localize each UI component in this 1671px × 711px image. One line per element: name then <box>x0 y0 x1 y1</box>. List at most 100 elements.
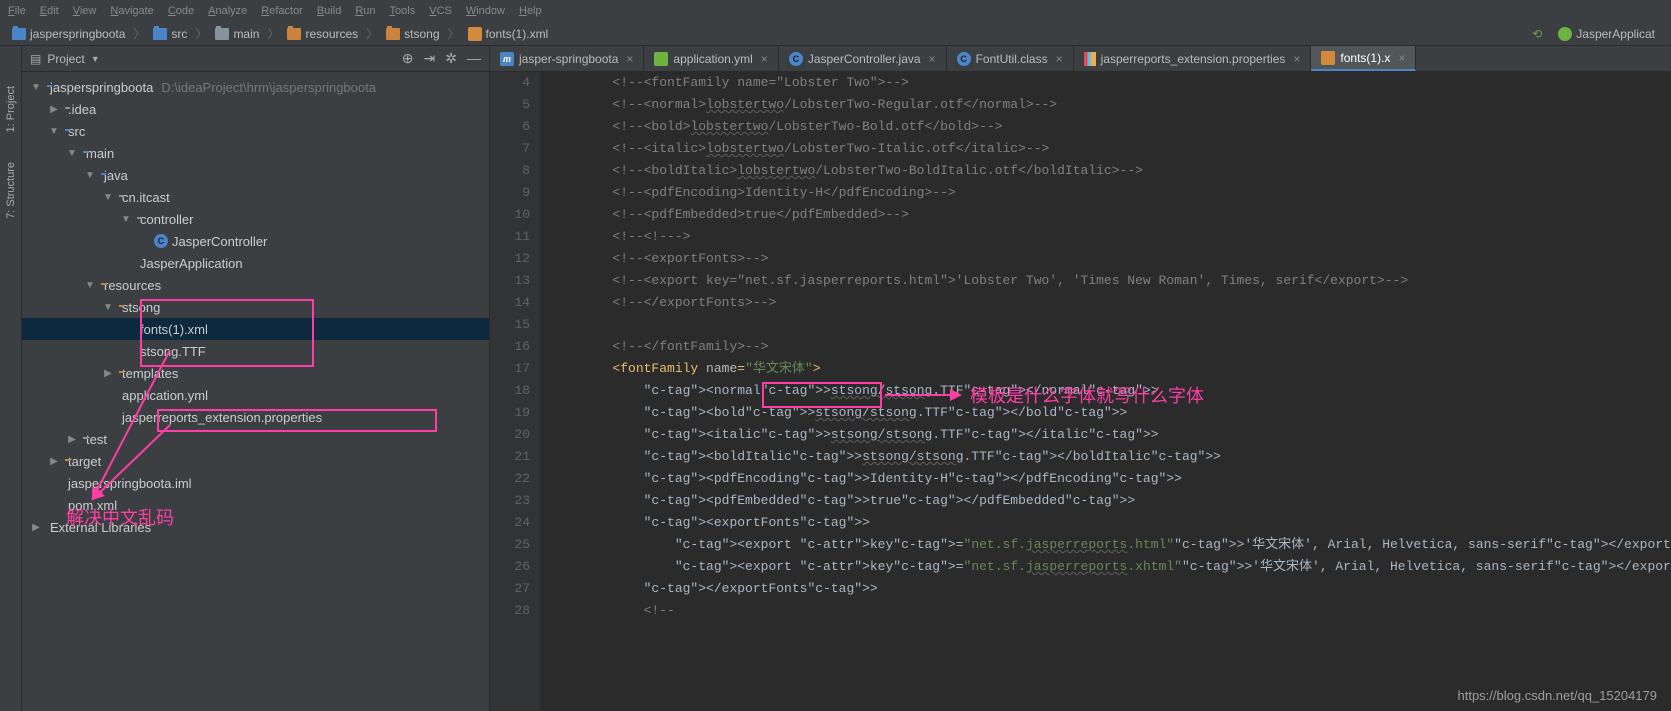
menu-item-refactor[interactable]: Refactor <box>261 5 303 17</box>
editor-tab-2[interactable]: CJasperController.java× <box>779 46 947 71</box>
collapse-icon[interactable]: ⇥ <box>424 50 436 67</box>
tree-chevron[interactable]: ▼ <box>102 192 114 203</box>
tree-node-14[interactable]: application.yml <box>22 384 489 406</box>
close-icon[interactable]: × <box>1398 51 1405 65</box>
code-line[interactable]: <!--<fontFamily name="Lobster Two">--> <box>550 72 1661 94</box>
menu-item-code[interactable]: Code <box>168 5 194 17</box>
close-icon[interactable]: × <box>1293 52 1300 66</box>
tree-node-8[interactable]: JasperApplication <box>22 252 489 274</box>
code-line[interactable]: <!--<export key="net.sf.jasperreports.ht… <box>550 270 1661 292</box>
code-line[interactable]: <!--<boldItalic>lobstertwo/LobsterTwo-Bo… <box>550 160 1661 182</box>
breadcrumb-0[interactable]: jasperspringboota〉 <box>8 25 149 42</box>
tree-node-9[interactable]: ▼ resources <box>22 274 489 296</box>
code-line[interactable] <box>550 314 1661 336</box>
editor-tab-0[interactable]: mjasper-springboota× <box>490 46 644 71</box>
code-line[interactable]: "c-tag"><italic"c-tag">>stsong/stsong.TT… <box>550 424 1661 446</box>
code-line[interactable]: <!--<exportFonts>--> <box>550 248 1661 270</box>
code-line[interactable]: <!--<pdfEncoding>Identity-H</pdfEncoding… <box>550 182 1661 204</box>
tree-chevron[interactable]: ▶ <box>102 368 114 379</box>
menu-item-navigate[interactable]: Navigate <box>110 5 153 17</box>
tree-node-17[interactable]: ▶ target <box>22 450 489 472</box>
tree-node-16[interactable]: ▶ test <box>22 428 489 450</box>
tree-node-10[interactable]: ▼ stsong <box>22 296 489 318</box>
code-line[interactable]: "c-tag"><pdfEmbedded"c-tag">>true"c-tag"… <box>550 490 1661 512</box>
code-line[interactable]: "c-tag"><exportFonts"c-tag">> <box>550 512 1661 534</box>
tree-chevron[interactable]: ▼ <box>66 148 78 159</box>
sync-icon[interactable]: ⟲ <box>1532 27 1542 41</box>
target-icon[interactable]: ⊕ <box>402 50 414 67</box>
menu-item-help[interactable]: Help <box>519 5 542 17</box>
tree-chevron[interactable]: ▼ <box>120 214 132 225</box>
code-line[interactable]: <!--<normal>lobstertwo/LobsterTwo-Regula… <box>550 94 1661 116</box>
code-line[interactable]: <!--<bold>lobstertwo/LobsterTwo-Bold.otf… <box>550 116 1661 138</box>
tree-node-3[interactable]: ▼ main <box>22 142 489 164</box>
code-line[interactable]: "c-tag"><export "c-attr">key"c-tag">="ne… <box>550 556 1661 578</box>
project-tree[interactable]: ▼ jasperspringboota D:\ideaProject\hrm\j… <box>22 72 489 542</box>
tree-node-7[interactable]: C JasperController <box>22 230 489 252</box>
code-line[interactable]: "c-tag"><pdfEncoding"c-tag">>Identity-H"… <box>550 468 1661 490</box>
tree-node-13[interactable]: ▶ templates <box>22 362 489 384</box>
tree-chevron[interactable]: ▶ <box>48 104 60 115</box>
hide-icon[interactable]: — <box>467 50 481 67</box>
breadcrumb-5[interactable]: fonts(1).xml <box>464 27 553 41</box>
tree-node-2[interactable]: ▼ src <box>22 120 489 142</box>
tree-chevron[interactable]: ▶ <box>48 456 60 467</box>
tree-node-4[interactable]: ▼ java <box>22 164 489 186</box>
code-line[interactable]: <!--</fontFamily>--> <box>550 336 1661 358</box>
code-line[interactable]: "c-tag"><export "c-attr">key"c-tag">="ne… <box>550 534 1661 556</box>
run-config-selector[interactable]: JasperApplicat <box>1550 25 1663 43</box>
tree-chevron[interactable]: ▼ <box>102 302 114 313</box>
tree-node-12[interactable]: stsong.TTF <box>22 340 489 362</box>
gear-icon[interactable]: ✲ <box>445 50 457 67</box>
menu-item-build[interactable]: Build <box>317 5 341 17</box>
editor-tab-5[interactable]: fonts(1).x× <box>1311 46 1416 71</box>
menu-item-file[interactable]: File <box>8 5 26 17</box>
tree-node-15[interactable]: jasperreports_extension.properties <box>22 406 489 428</box>
code-line[interactable]: <!--<italic>lobstertwo/LobsterTwo-Italic… <box>550 138 1661 160</box>
menu-bar[interactable]: File Edit View Navigate Code Analyze Refactor B… <box>0 0 1671 22</box>
menu-item-analyze[interactable]: Analyze <box>208 5 247 17</box>
code-line[interactable]: <!-- <box>550 600 1661 622</box>
close-icon[interactable]: × <box>761 52 768 66</box>
close-icon[interactable]: × <box>929 52 936 66</box>
breadcrumb-1[interactable]: src〉 <box>149 25 211 42</box>
tree-chevron[interactable]: ▶ <box>30 522 42 533</box>
tree-node-0[interactable]: ▼ jasperspringboota D:\ideaProject\hrm\j… <box>22 76 489 98</box>
tree-node-5[interactable]: ▼ cn.itcast <box>22 186 489 208</box>
code-line[interactable]: "c-tag"></exportFonts"c-tag">> <box>550 578 1661 600</box>
editor-tab-4[interactable]: jasperreports_extension.properties× <box>1074 46 1312 71</box>
menu-item-view[interactable]: View <box>73 5 97 17</box>
chevron-down-icon[interactable]: ▼ <box>91 54 100 64</box>
tree-chevron[interactable]: ▼ <box>84 170 96 181</box>
code-content[interactable]: <!--<fontFamily name="Lobster Two">--> <… <box>540 72 1671 711</box>
code-line[interactable]: "c-tag"><normal"c-tag">>stsong/stsong.TT… <box>550 380 1661 402</box>
tree-chevron[interactable]: ▼ <box>48 126 60 137</box>
tool-rail-0[interactable]: 1: Project <box>5 86 17 132</box>
editor-tabs[interactable]: mjasper-springboota×application.yml×CJas… <box>490 46 1671 72</box>
tree-chevron[interactable]: ▼ <box>84 280 96 291</box>
tree-node-18[interactable]: jasperspringboota.iml <box>22 472 489 494</box>
code-line[interactable]: <!--</exportFonts>--> <box>550 292 1661 314</box>
breadcrumb-4[interactable]: stsong〉 <box>382 25 463 42</box>
tree-node-20[interactable]: ▶ External Libraries <box>22 516 489 538</box>
tree-node-11[interactable]: fonts(1).xml <box>22 318 489 340</box>
menu-item-edit[interactable]: Edit <box>40 5 59 17</box>
code-line[interactable]: <!--<pdfEmbedded>true</pdfEmbedded>--> <box>550 204 1661 226</box>
tree-node-19[interactable]: pom.xml <box>22 494 489 516</box>
tree-chevron[interactable]: ▼ <box>30 82 42 93</box>
code-line[interactable]: <!--<!---> <box>550 226 1661 248</box>
code-line[interactable]: <fontFamily name="华文宋体"> <box>550 358 1661 380</box>
close-icon[interactable]: × <box>626 52 633 66</box>
tool-rail-1[interactable]: 7: Structure <box>5 162 17 219</box>
tree-node-1[interactable]: ▶ .idea <box>22 98 489 120</box>
close-icon[interactable]: × <box>1056 52 1063 66</box>
editor-tab-3[interactable]: CFontUtil.class× <box>947 46 1074 71</box>
editor-tab-1[interactable]: application.yml× <box>644 46 778 71</box>
code-editor[interactable]: 4567891011121314151617181920212223242526… <box>490 72 1671 711</box>
code-line[interactable]: "c-tag"><bold"c-tag">>stsong/stsong.TTF"… <box>550 402 1661 424</box>
menu-item-run[interactable]: Run <box>355 5 375 17</box>
tree-node-6[interactable]: ▼ controller <box>22 208 489 230</box>
code-line[interactable]: "c-tag"><boldItalic"c-tag">>stsong/stson… <box>550 446 1661 468</box>
menu-item-vcs[interactable]: VCS <box>429 5 452 17</box>
tree-chevron[interactable]: ▶ <box>66 434 78 445</box>
